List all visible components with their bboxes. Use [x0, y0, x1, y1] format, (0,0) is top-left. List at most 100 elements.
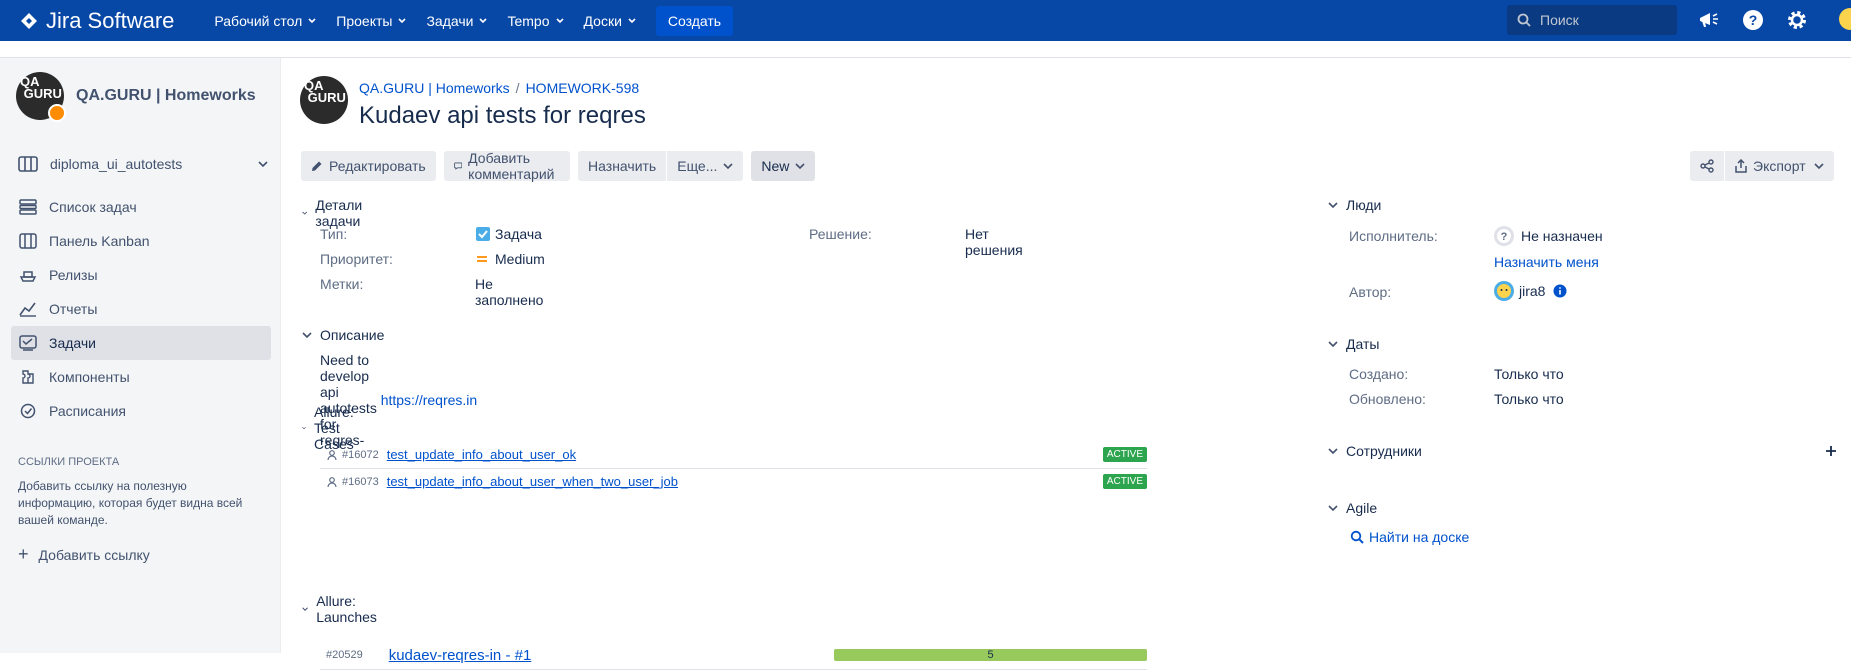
task-checkbox-icon [476, 227, 490, 241]
chevron-down-icon [795, 163, 805, 170]
description-section-toggle[interactable]: Описание [302, 327, 384, 343]
export-button[interactable]: Экспорт [1725, 151, 1834, 181]
find-on-board-link[interactable]: Найти на доске [1350, 529, 1469, 545]
priority-label: Приоритет: [320, 251, 393, 267]
launch-id: #20529 [326, 649, 363, 661]
menu-label: Задачи [426, 12, 474, 29]
add-team-member-icon[interactable] [1825, 445, 1837, 457]
user-avatar[interactable] [1839, 8, 1851, 30]
search-input[interactable]: Поиск [1507, 5, 1677, 35]
notifications-button[interactable] [1696, 7, 1722, 33]
help-button[interactable]: ? [1740, 7, 1766, 33]
divider [320, 468, 1147, 469]
create-button[interactable]: Создать [655, 5, 734, 36]
menu-label: Tempo [507, 12, 550, 29]
ship-icon [19, 271, 37, 282]
sidebar-item-kanban[interactable]: Панель Kanban [11, 224, 271, 258]
allure-launches-heading: Allure: Launches [316, 593, 377, 625]
project-type-badge [48, 104, 66, 122]
share-button[interactable] [1690, 151, 1724, 181]
breadcrumb-separator: / [515, 80, 520, 96]
breadcrumb-issue-key[interactable]: HOMEWORK-598 [526, 80, 640, 96]
sidebar-item-schedules[interactable]: Расписания [11, 394, 271, 428]
dates-section-toggle[interactable]: Даты [1328, 336, 1379, 352]
project-avatar[interactable]: QA GURU [300, 76, 348, 124]
board-selector[interactable]: diploma_ui_autotests [18, 156, 268, 172]
chevron-down-icon [308, 17, 316, 23]
breadcrumb-project[interactable]: QA.GURU | Homeworks [359, 80, 510, 96]
menu-label: Рабочий стол [214, 12, 303, 29]
priority-value: Medium [475, 251, 545, 267]
sidebar-item-label: Расписания [49, 403, 126, 419]
add-link-button[interactable]: + Добавить ссылку [18, 544, 150, 565]
description-link[interactable]: https://reqres.in [381, 392, 478, 408]
sidebar-item-label: Компоненты [49, 369, 130, 385]
details-section-toggle[interactable]: Детали задачи [302, 197, 367, 229]
assign-me-link[interactable]: Назначить меня [1494, 254, 1599, 270]
assign-button[interactable]: Назначить [578, 151, 667, 181]
info-icon[interactable] [1553, 284, 1567, 298]
more-button[interactable]: Еще... [667, 151, 744, 181]
svg-text:?: ? [1749, 12, 1758, 28]
issue-toolbar-right: Экспорт [1690, 151, 1842, 181]
menu-projects[interactable]: Проекты [336, 12, 407, 29]
settings-button[interactable] [1784, 7, 1810, 33]
issues-icon [19, 335, 37, 351]
sidebar-item-backlog[interactable]: Список задач [11, 190, 271, 224]
testcase-row: #16073 test_update_info_about_user_when_… [320, 470, 1147, 493]
board-selector-label: diploma_ui_autotests [50, 156, 183, 172]
menu-boards[interactable]: Доски [584, 13, 636, 29]
chevron-down-icon [723, 163, 733, 170]
launch-link[interactable]: kudaev-reqres-in - #1 [389, 647, 532, 664]
launch-row: #20529 kudaev-reqres-in - #1 5 [320, 640, 1147, 670]
updated-value: Только что [1494, 391, 1564, 407]
priority-value-text: Medium [495, 251, 545, 267]
created-label: Создано: [1349, 366, 1409, 382]
user-avatar-icon [1494, 281, 1514, 301]
sidebar-item-label: Отчеты [49, 301, 98, 317]
menu-label: Проекты [336, 12, 393, 29]
sidebar-item-releases[interactable]: Релизы [11, 258, 271, 292]
status-badge: ACTIVE [1102, 447, 1147, 462]
agile-section-toggle[interactable]: Agile [1328, 500, 1377, 516]
type-value-text: Задача [495, 226, 542, 242]
project-avatar-mark: QA GURU [304, 78, 346, 105]
chevron-down-icon [1328, 202, 1338, 209]
add-comment-label: Добавить комментарий [468, 150, 555, 182]
updated-label: Обновлено: [1349, 391, 1426, 407]
project-header[interactable]: QA GURU QA.GURU | Homeworks [16, 72, 256, 122]
labels-value: Не заполнено [475, 276, 544, 308]
testcase-link[interactable]: test_update_info_about_user_ok [387, 447, 576, 462]
menu-tempo[interactable]: Tempo [507, 12, 564, 29]
edit-button[interactable]: Редактировать [301, 151, 436, 181]
top-icons: ? [1696, 7, 1828, 33]
sidebar-item-issues[interactable]: Задачи [11, 326, 271, 360]
people-heading: Люди [1346, 197, 1382, 213]
megaphone-icon [1700, 13, 1718, 27]
testcase-link[interactable]: test_update_info_about_user_when_two_use… [387, 474, 678, 489]
search-icon [1517, 13, 1531, 27]
find-on-board-label: Найти на доске [1369, 529, 1470, 545]
status-button[interactable]: New [751, 151, 816, 181]
details-heading: Детали задачи [315, 197, 363, 229]
menu-issues[interactable]: Задачи [426, 12, 488, 29]
sidebar-item-components[interactable]: Компоненты [11, 360, 271, 394]
status-label: New [761, 158, 790, 174]
svg-text:?: ? [1501, 231, 1508, 243]
chevron-down-icon [398, 17, 407, 23]
testcase-id: #16073 [342, 475, 379, 488]
reporter-name[interactable]: jira8 [1519, 283, 1545, 299]
chevron-down-icon [302, 332, 312, 339]
more-label: Еще... [677, 158, 718, 174]
jira-logo[interactable]: Jira Software [20, 8, 174, 34]
jira-logo-icon [21, 12, 37, 29]
team-section-toggle[interactable]: Сотрудники [1328, 443, 1422, 459]
project-avatar-mark: QA GURU [20, 74, 62, 101]
menu-dashboard[interactable]: Рабочий стол [214, 13, 316, 29]
people-section-toggle[interactable]: Люди [1328, 197, 1381, 213]
chevron-down-icon [1328, 505, 1338, 512]
sidebar-item-reports[interactable]: Отчеты [11, 292, 271, 326]
add-comment-button[interactable]: Добавить комментарий [443, 150, 571, 182]
search-placeholder: Поиск [1540, 12, 1579, 28]
allure-launches-toggle[interactable]: Allure: Launches [302, 593, 381, 625]
